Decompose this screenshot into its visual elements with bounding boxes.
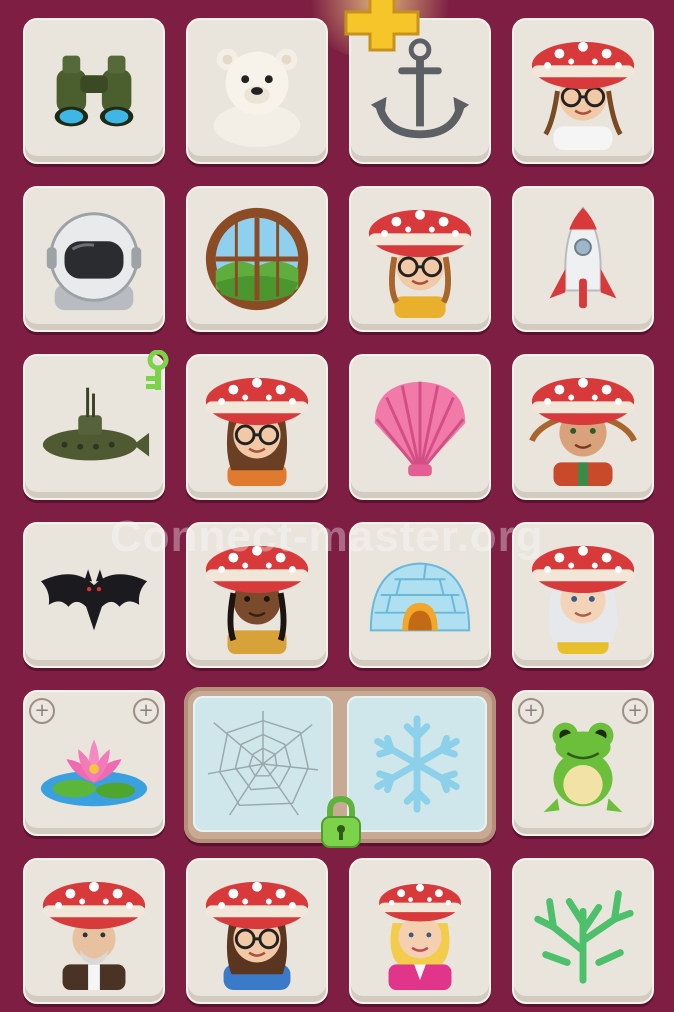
- water-lily-icon: [40, 739, 148, 807]
- tile-round-window[interactable]: [186, 186, 328, 332]
- mushroom-woman-white-hair-icon: [531, 545, 635, 654]
- tile-seashell[interactable]: [349, 354, 491, 500]
- tile-mushroom-girl-dark-braids[interactable]: [186, 522, 328, 668]
- mushroom-old-man-icon: [42, 881, 146, 990]
- tile-mushroom-woman-glasses[interactable]: [186, 354, 328, 500]
- seashell-icon: [374, 381, 466, 477]
- mushroom-girl-blue-hoodie-icon: [205, 881, 309, 990]
- tile-bat[interactable]: [23, 522, 165, 668]
- astronaut-helmet-icon: [46, 212, 142, 311]
- tile-mushroom-blonde-woman[interactable]: [349, 858, 491, 1004]
- tile-water-lily[interactable]: + +: [23, 690, 165, 836]
- tile-mushroom-old-man[interactable]: [23, 858, 165, 1004]
- tile-mushroom-girl-curly-glasses[interactable]: [349, 186, 491, 332]
- igloo-icon: [369, 562, 471, 632]
- mushroom-girl-glasses-braids-icon: [531, 41, 635, 150]
- mushroom-blonde-woman-icon: [379, 883, 461, 990]
- coral-icon: [534, 890, 634, 984]
- mushroom-girl-dark-braids-icon: [205, 545, 309, 654]
- add-icon[interactable]: +: [29, 698, 55, 724]
- tile-snowflake: [347, 696, 487, 832]
- rocket-icon: [549, 206, 617, 309]
- gold-plus-icon[interactable]: [344, 0, 420, 54]
- add-icon[interactable]: +: [518, 698, 544, 724]
- polar-bear-icon: [213, 48, 301, 148]
- game-board: + + + + Connect-master.org: [0, 0, 674, 1012]
- mushroom-woman-glasses-icon: [205, 377, 309, 486]
- tile-igloo[interactable]: [349, 522, 491, 668]
- tile-spider-web: [193, 696, 333, 832]
- tile-mushroom-girl-glasses-braids[interactable]: [512, 18, 654, 164]
- tile-frog[interactable]: + +: [512, 690, 654, 836]
- tile-rocket[interactable]: [512, 186, 654, 332]
- binoculars-icon: [54, 55, 134, 127]
- bat-icon: [40, 569, 148, 631]
- tile-polar-bear[interactable]: [186, 18, 328, 164]
- green-lock-icon[interactable]: [318, 795, 364, 851]
- tile-astronaut-helmet[interactable]: [23, 186, 165, 332]
- tile-mushroom-boy-braids[interactable]: [512, 354, 654, 500]
- mushroom-girl-curly-glasses-icon: [368, 209, 472, 318]
- tile-binoculars[interactable]: [23, 18, 165, 164]
- tile-mushroom-girl-blue-hoodie[interactable]: [186, 858, 328, 1004]
- tile-coral[interactable]: [512, 858, 654, 1004]
- mushroom-boy-braids-icon: [529, 377, 637, 486]
- tile-mushroom-woman-white-hair[interactable]: [512, 522, 654, 668]
- add-icon[interactable]: +: [622, 698, 648, 724]
- spider-web-icon: [207, 710, 319, 816]
- green-key-icon: [146, 350, 169, 390]
- round-window-icon: [205, 207, 309, 311]
- add-icon[interactable]: +: [133, 698, 159, 724]
- snowflake-icon: [374, 715, 460, 813]
- frog-icon: [543, 722, 623, 813]
